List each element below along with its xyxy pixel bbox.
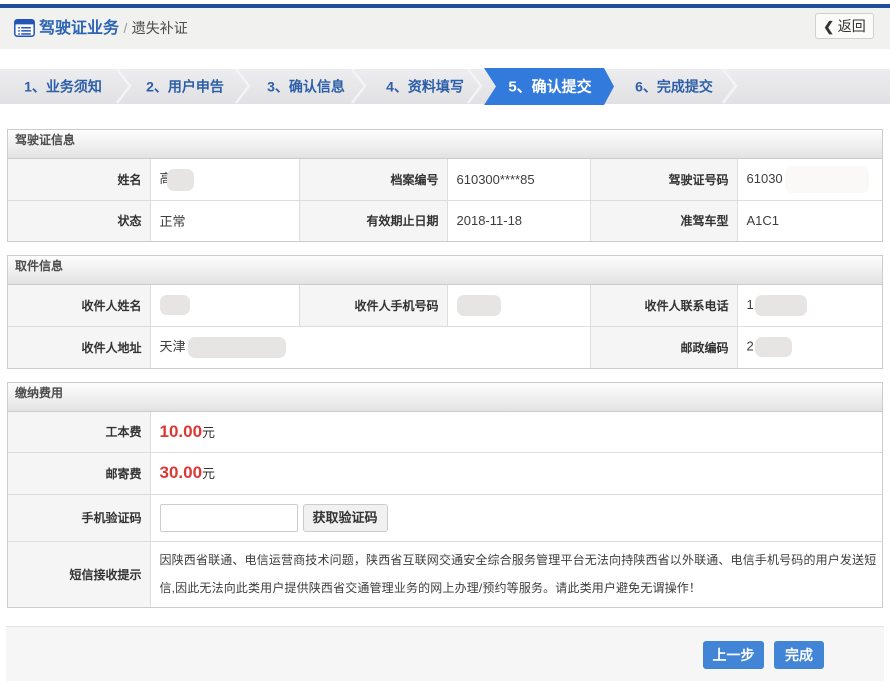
svg-text:3、确认信息: 3、确认信息 [267,79,345,95]
svg-text:1、业务须知: 1、业务须知 [24,79,102,95]
svg-text:2、用户申告: 2、用户申告 [146,79,224,95]
svg-text:5、确认提交: 5、确认提交 [508,78,591,96]
svg-text:6、完成提交: 6、完成提交 [635,79,713,95]
svg-text:4、资料填写: 4、资料填写 [386,79,464,95]
